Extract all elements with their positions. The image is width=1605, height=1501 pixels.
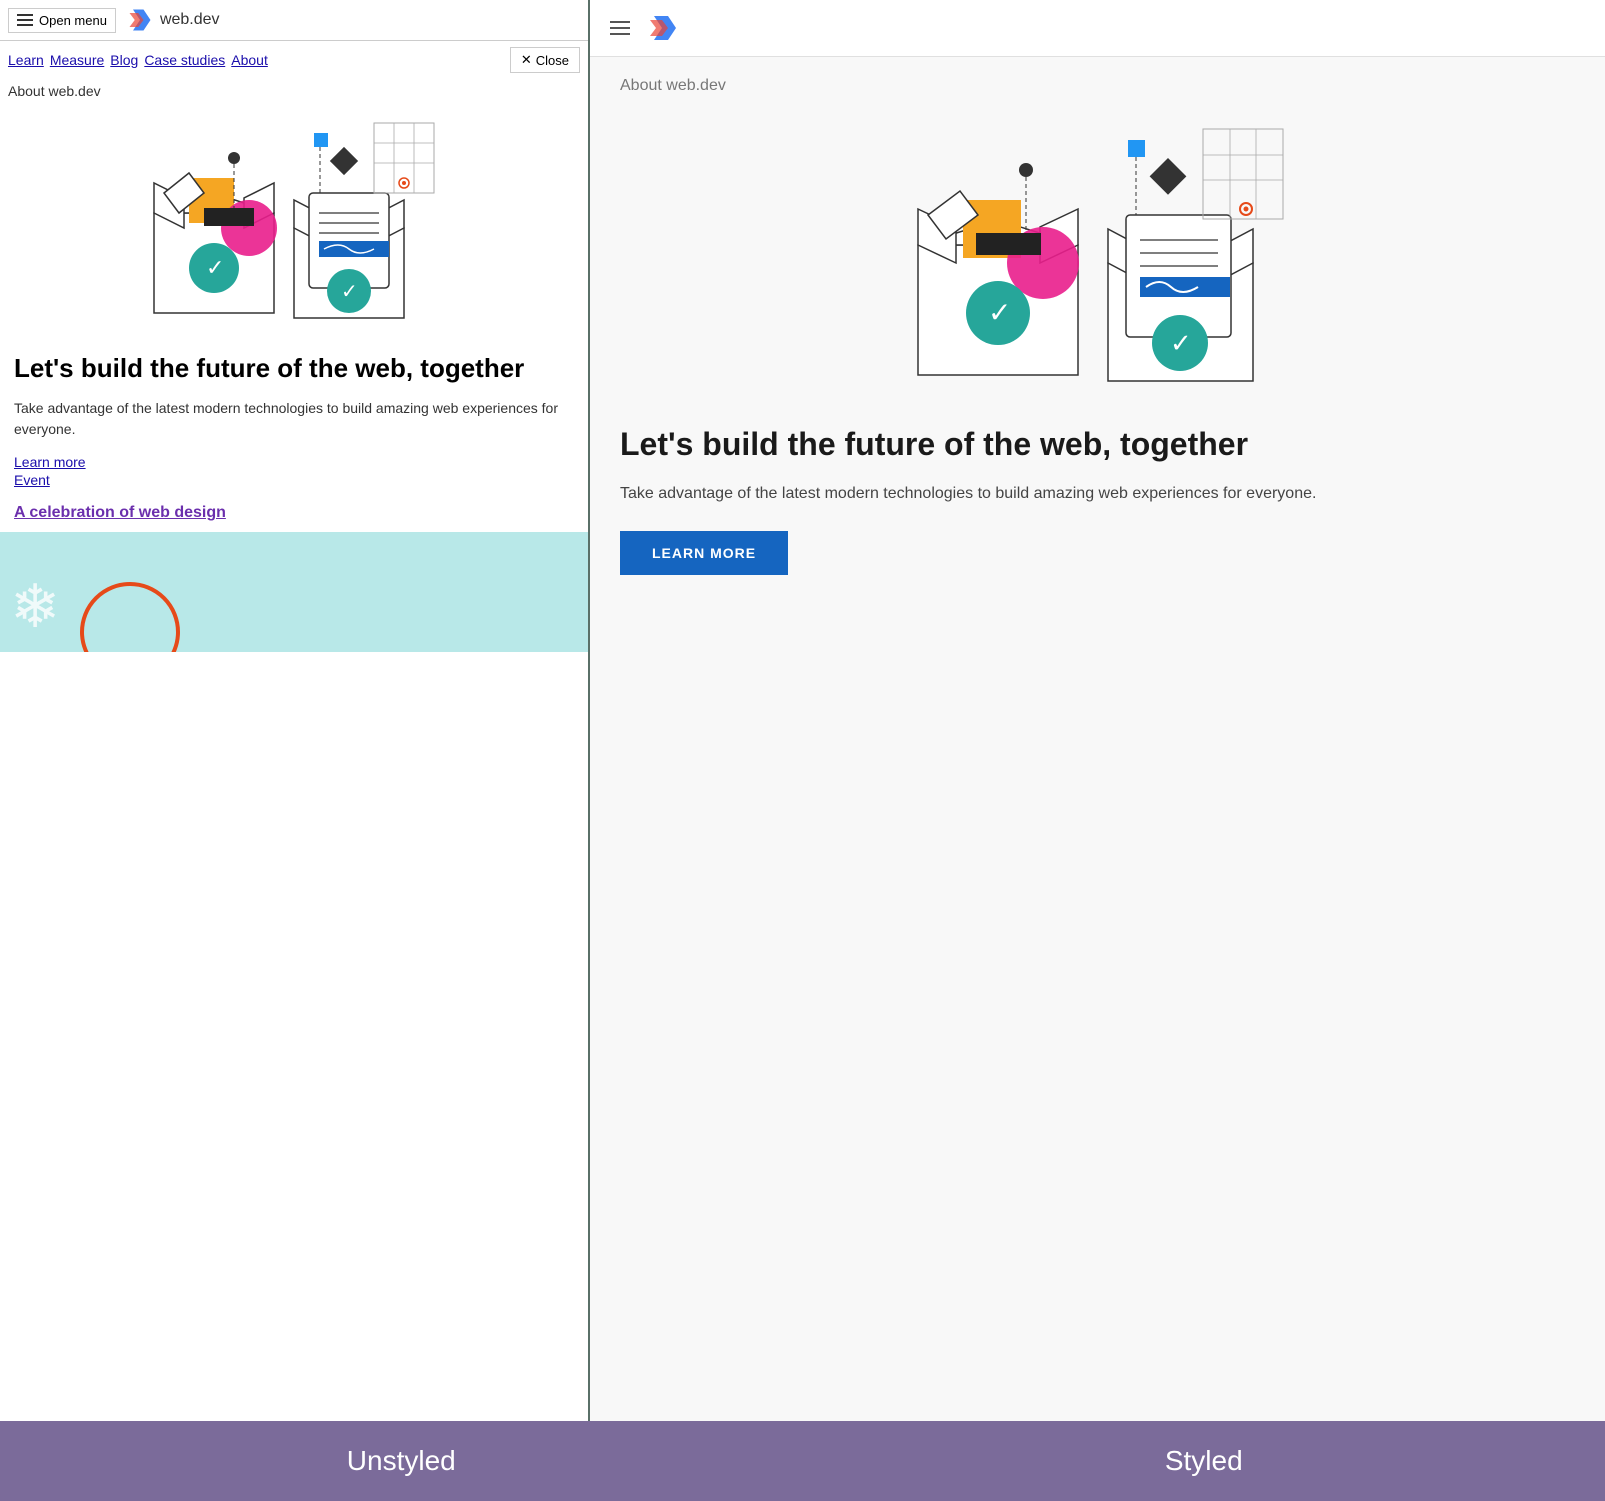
celebration-link[interactable]: A celebration of web design: [14, 504, 226, 521]
close-label: Close: [536, 53, 569, 68]
illustration-styled: ✓ ✓: [590, 105, 1605, 405]
bottom-labels: Unstyled Styled: [0, 1421, 1605, 1501]
unstyled-content: Let's build the future of the web, toget…: [0, 343, 588, 532]
styled-content: Let's build the future of the web, toget…: [590, 405, 1605, 595]
site-logo-text: web.dev: [160, 11, 220, 29]
styled-logo-icon: [646, 12, 678, 44]
close-icon: ✕: [521, 52, 532, 68]
svg-text:✓: ✓: [1170, 328, 1192, 358]
close-button[interactable]: ✕ Close: [510, 47, 580, 73]
learn-more-link[interactable]: Learn more: [14, 454, 574, 470]
snowflake-decoration: ❄: [10, 572, 60, 642]
nav-links: Learn Measure Blog Case studies About: [8, 52, 268, 68]
styled-header: [590, 0, 1605, 57]
nav-about[interactable]: About: [231, 52, 268, 68]
event-link[interactable]: Event: [14, 472, 574, 488]
label-unstyled: Unstyled: [0, 1421, 803, 1501]
nav-learn[interactable]: Learn: [8, 52, 44, 68]
nav-blog[interactable]: Blog: [110, 52, 138, 68]
svg-text:✓: ✓: [988, 297, 1011, 328]
hero-illustration-styled: ✓ ✓: [888, 115, 1308, 395]
orange-circle-decoration: [80, 582, 180, 652]
styled-panel: About web.dev ✓: [590, 0, 1605, 1421]
open-menu-button[interactable]: Open menu: [8, 8, 116, 33]
logo-icon: [126, 6, 154, 34]
nav-overlay: Learn Measure Blog Case studies About ✕ …: [0, 41, 588, 79]
links-section: Learn more Event: [14, 454, 574, 488]
svg-text:✓: ✓: [206, 255, 224, 280]
about-label-styled: About web.dev: [590, 57, 1605, 105]
styled-hamburger-icon[interactable]: [610, 21, 630, 35]
nav-case-studies[interactable]: Case studies: [144, 52, 225, 68]
unstyled-header: Open menu web.dev: [0, 0, 588, 41]
main-heading-styled: Let's build the future of the web, toget…: [620, 425, 1575, 463]
label-styled: Styled: [803, 1421, 1605, 1501]
nav-measure[interactable]: Measure: [50, 52, 104, 68]
learn-more-button[interactable]: LEARN MORE: [620, 531, 788, 575]
logo-area: web.dev: [126, 6, 220, 34]
bottom-preview: ❄: [0, 532, 588, 652]
illustration-unstyled: ✓ ✓: [0, 103, 588, 343]
svg-text:✓: ✓: [341, 281, 358, 303]
main-heading-unstyled: Let's build the future of the web, toget…: [14, 353, 574, 384]
open-menu-label: Open menu: [39, 13, 107, 28]
sub-text-unstyled: Take advantage of the latest modern tech…: [14, 398, 574, 440]
sub-text-styled: Take advantage of the latest modern tech…: [620, 481, 1575, 507]
unstyled-panel: Open menu web.dev Learn Measure Blog Cas…: [0, 0, 590, 1421]
hamburger-icon: [17, 14, 33, 26]
about-label-unstyled: About web.dev: [0, 79, 588, 103]
hero-illustration-unstyled: ✓ ✓: [134, 113, 454, 333]
